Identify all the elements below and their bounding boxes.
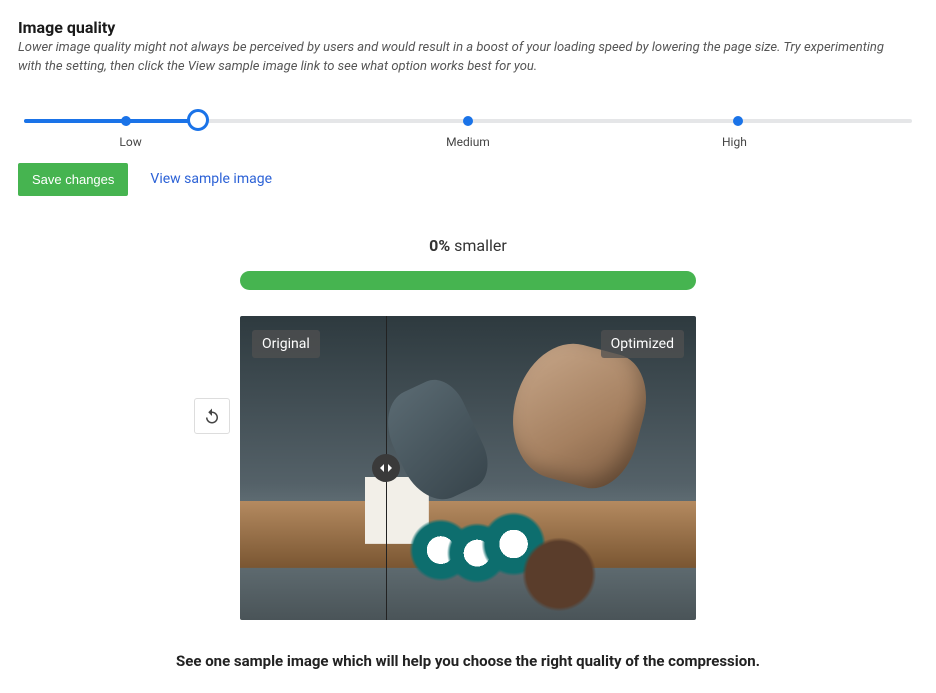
slider-stop-medium[interactable]	[463, 116, 473, 126]
view-sample-link[interactable]: View sample image	[150, 171, 272, 187]
section-title: Image quality	[18, 18, 918, 37]
compare-viewer[interactable]: Original Optimized	[240, 316, 696, 620]
smaller-stat: 0% smaller	[240, 236, 696, 255]
slider-label-low: Low	[119, 135, 141, 149]
reload-button[interactable]	[194, 398, 230, 434]
quality-slider[interactable]: Low Medium High	[18, 105, 918, 155]
slider-label-high: High	[722, 135, 747, 149]
section-description: Lower image quality might not always be …	[18, 39, 888, 77]
compare-handle-icon	[378, 462, 394, 474]
smaller-percent: 0%	[429, 236, 450, 255]
preview-caption: See one sample image which will help you…	[18, 652, 918, 670]
sample-image	[240, 316, 696, 620]
slider-stop-low[interactable]	[121, 116, 131, 126]
slider-handle[interactable]	[187, 109, 209, 131]
slider-fill	[24, 119, 204, 123]
optimized-badge: Optimized	[601, 330, 684, 358]
original-badge: Original	[252, 330, 320, 358]
slider-label-medium: Medium	[446, 135, 490, 149]
slider-stop-high[interactable]	[733, 116, 743, 126]
savings-bar	[240, 271, 696, 290]
save-button[interactable]: Save changes	[18, 163, 128, 196]
reload-icon	[203, 407, 221, 425]
compare-handle[interactable]	[372, 454, 400, 482]
smaller-label: smaller	[454, 236, 507, 255]
